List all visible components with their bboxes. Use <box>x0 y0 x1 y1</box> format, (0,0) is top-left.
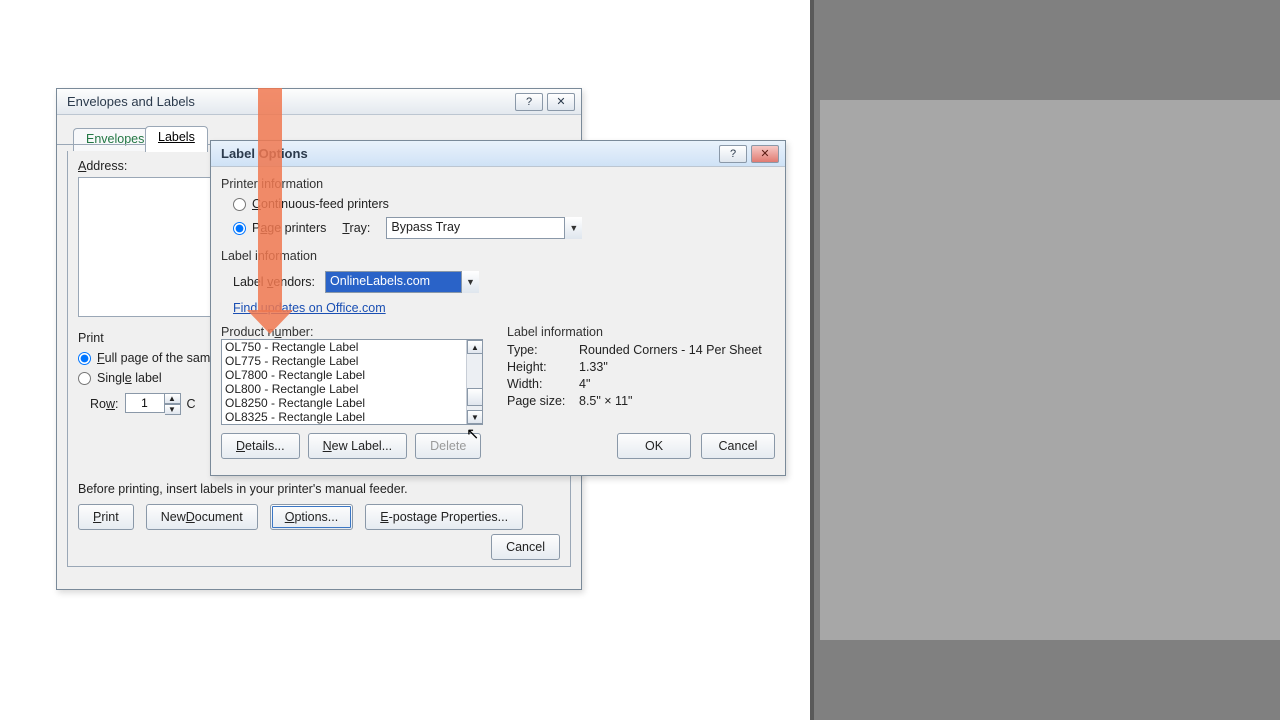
list-item[interactable]: OL800 - Rectangle Label <box>222 382 482 396</box>
radio-page-input[interactable] <box>233 222 246 235</box>
radio-continuous-input[interactable] <box>233 198 246 211</box>
cancel-button[interactable]: Cancel <box>701 433 775 459</box>
scroll-thumb[interactable] <box>467 388 483 406</box>
epostage-button[interactable]: E-postage Properties... <box>365 504 523 530</box>
label-info-heading: Label information <box>221 249 775 263</box>
vendor-select[interactable]: OnlineLabels.com ▼ <box>325 271 479 293</box>
feeder-note: Before printing, insert labels in your p… <box>78 482 408 496</box>
chevron-down-icon: ▼ <box>564 217 582 239</box>
printer-info-heading: Printer information <box>221 177 775 191</box>
row-spin-up[interactable]: ▲ <box>165 393 181 404</box>
new-label-button[interactable]: New Label... <box>308 433 408 459</box>
list-item[interactable]: OL775 - Rectangle Label <box>222 354 482 368</box>
col-label-fragment: C <box>187 397 196 411</box>
label-options-dialog: Label Options ? ✕ Printer information Co… <box>210 140 786 476</box>
info-page-key: Page size: <box>507 394 579 408</box>
ok-button[interactable]: OK <box>617 433 691 459</box>
info-height-key: Height: <box>507 360 579 374</box>
tray-select[interactable]: Bypass Tray ▼ <box>386 217 582 239</box>
radio-full-page-input[interactable] <box>78 352 91 365</box>
delete-button: Delete <box>415 433 481 459</box>
new-document-button[interactable]: New Document <box>146 504 258 530</box>
details-button[interactable]: Details... <box>221 433 300 459</box>
list-item[interactable]: OL750 - Rectangle Label <box>222 340 482 354</box>
list-item[interactable]: OL8325 - Rectangle Label <box>222 410 482 424</box>
info-width-key: Width: <box>507 377 579 391</box>
row-label: Row: <box>90 397 119 411</box>
scrollbar[interactable]: ▲ ▼ <box>466 340 482 424</box>
close-button[interactable]: ✕ <box>751 145 779 163</box>
label-information-heading: Label information <box>507 325 775 339</box>
info-page-value: 8.5" × 11" <box>579 394 775 408</box>
dialog-title: Envelopes and Labels <box>67 94 195 109</box>
info-type-key: Type: <box>507 343 579 357</box>
tray-label: Tray: <box>342 221 370 235</box>
row-spinner[interactable]: ▲▼ <box>125 393 181 415</box>
row-spin-down[interactable]: ▼ <box>165 404 181 415</box>
radio-single-label-input[interactable] <box>78 372 91 385</box>
print-button[interactable]: Print <box>78 504 134 530</box>
address-input[interactable] <box>78 177 214 317</box>
info-type-value: Rounded Corners - 14 Per Sheet <box>579 343 775 357</box>
cancel-button[interactable]: Cancel <box>491 534 560 560</box>
scroll-up-icon[interactable]: ▲ <box>467 340 483 354</box>
app-background-divider <box>810 0 814 720</box>
info-width-value: 4" <box>579 377 775 391</box>
dialog-titlebar[interactable]: Label Options ? ✕ <box>211 141 785 167</box>
tab-labels[interactable]: Labels <box>145 126 208 152</box>
list-item[interactable]: OL7800 - Rectangle Label <box>222 368 482 382</box>
dialog-titlebar[interactable]: Envelopes and Labels ? ✕ <box>57 89 581 115</box>
options-button[interactable]: Options... <box>270 504 354 530</box>
chevron-down-icon: ▼ <box>461 271 479 293</box>
help-button[interactable]: ? <box>515 93 543 111</box>
app-background-panel <box>820 100 1280 640</box>
close-button[interactable]: ✕ <box>547 93 575 111</box>
scroll-down-icon[interactable]: ▼ <box>467 410 483 424</box>
product-listbox[interactable]: OL750 - Rectangle Label OL775 - Rectangl… <box>221 339 483 425</box>
radio-continuous-printers[interactable]: Continuous-feed printers <box>233 197 775 211</box>
list-item[interactable]: OL8250 - Rectangle Label <box>222 396 482 410</box>
info-height-value: 1.33" <box>579 360 775 374</box>
row-input[interactable] <box>125 393 165 413</box>
help-button[interactable]: ? <box>719 145 747 163</box>
annotation-arrow <box>258 88 282 312</box>
